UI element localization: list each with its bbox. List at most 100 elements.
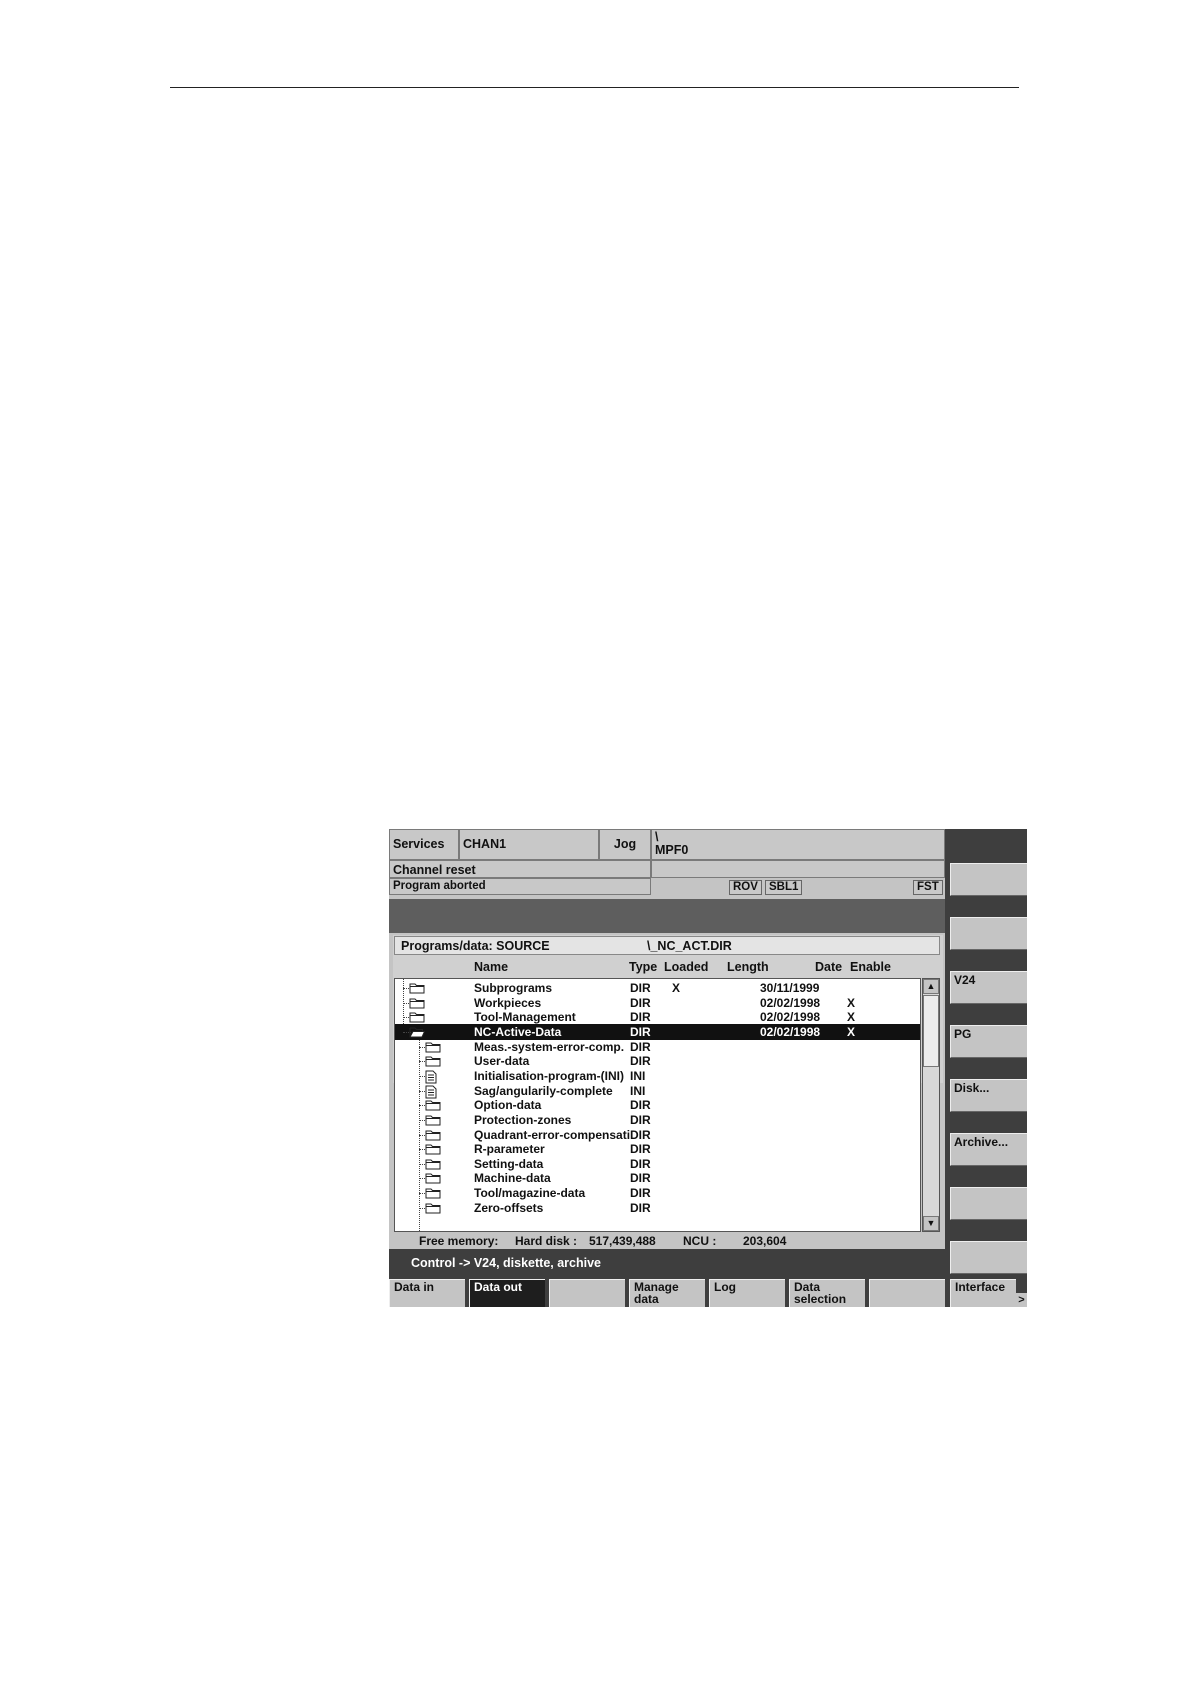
file-name: Subprograms: [474, 981, 553, 995]
scroll-down-button[interactable]: ▼: [923, 1216, 939, 1231]
log-softkey[interactable]: Log: [709, 1279, 785, 1307]
folder-icon: [425, 1202, 441, 1217]
hard-disk-label: Hard disk :: [515, 1234, 578, 1248]
pg-softkey[interactable]: PG: [950, 1025, 1027, 1058]
file-enable: X: [847, 1010, 856, 1025]
column-header-loaded[interactable]: Loaded: [664, 960, 708, 974]
file-row[interactable]: Subprograms DIR X 30/11/1999: [395, 980, 920, 996]
column-header-type[interactable]: Type: [629, 960, 657, 974]
file-date: 30/11/1999: [760, 981, 820, 995]
file-list[interactable]: Subprograms DIR X 30/11/1999 Workpieces DIR 02…: [394, 978, 921, 1232]
archive-softkey[interactable]: Archive...: [950, 1133, 1027, 1166]
file-row[interactable]: Tool-Management DIR 02/02/1998 X: [395, 1009, 920, 1025]
file-type: DIR: [630, 981, 651, 995]
data-out-softkey[interactable]: Data out: [469, 1279, 545, 1307]
vertical-scrollbar[interactable]: ▲ ▼: [922, 978, 940, 1232]
scroll-up-button[interactable]: ▲: [923, 979, 939, 994]
file-name: Tool-Management: [474, 1010, 576, 1025]
location-label: Programs/data: SOURCE: [401, 939, 550, 953]
vertical-softkey-7[interactable]: [950, 1187, 1027, 1220]
file-name: Machine-data: [474, 1171, 551, 1186]
file-row[interactable]: Machine-data DIR: [395, 1170, 920, 1186]
vertical-softkey-2[interactable]: [950, 917, 1027, 950]
file-type: DIR: [630, 1098, 651, 1113]
program-status: Program aborted: [389, 878, 651, 895]
file-row[interactable]: Initialisation-program-(INI) INI: [395, 1068, 920, 1084]
location-bar: Programs/data: SOURCE \_NC_ACT.DIR: [394, 936, 940, 955]
file-type: DIR: [630, 1200, 651, 1215]
file-row[interactable]: User-data DIR: [395, 1053, 920, 1069]
interface-softkey[interactable]: Interface: [950, 1279, 1016, 1307]
column-header-length[interactable]: Length: [727, 960, 769, 974]
channel-label: CHAN1: [459, 829, 599, 860]
file-date: 02/02/1998: [760, 995, 821, 1010]
vertical-softkey-8[interactable]: [950, 1241, 1027, 1274]
column-header-date[interactable]: Date: [815, 960, 842, 974]
file-name: Sag/angularily-complete: [474, 1083, 613, 1098]
status-area: [651, 860, 945, 878]
file-row[interactable]: Protection-zones DIR: [395, 1112, 920, 1128]
v24-softkey[interactable]: V24: [950, 971, 1027, 1004]
file-type: DIR: [630, 1024, 651, 1039]
file-row[interactable]: Workpieces DIR 02/02/1998 X: [395, 995, 920, 1011]
status-flag-sbl1: SBL1: [765, 880, 803, 895]
file-name: Meas.-system-error-comp.: [474, 1039, 625, 1054]
file-type: DIR: [630, 1127, 651, 1142]
file-row-selected[interactable]: NC-Active-Data DIR 02/02/1998 X: [395, 1023, 920, 1040]
vertical-softkey-1[interactable]: [950, 863, 1027, 896]
mode-label: Jog: [599, 829, 651, 860]
file-name: R-parameter: [474, 1142, 545, 1157]
file-name: Zero-offsets: [474, 1200, 544, 1215]
file-type: DIR: [630, 1186, 651, 1201]
data-in-softkey[interactable]: Data in: [389, 1279, 465, 1307]
file-type: DIR: [630, 1039, 651, 1054]
file-type: DIR: [630, 1054, 651, 1069]
file-type: DIR: [630, 1010, 651, 1025]
file-name: Workpieces: [474, 995, 542, 1010]
file-name: Option-data: [474, 1098, 542, 1113]
file-type: DIR: [630, 1156, 651, 1171]
file-name: Initialisation-program-(INI): [474, 1068, 624, 1083]
file-type: INI: [630, 1068, 646, 1083]
path-program: MPF0: [655, 843, 689, 857]
file-loaded: X: [672, 981, 681, 995]
hard-disk-value: 517,439,488: [589, 1234, 656, 1248]
file-row[interactable]: Option-data DIR: [395, 1097, 920, 1113]
file-name: Quadrant-error-compensati: [474, 1127, 631, 1142]
data-selection-softkey[interactable]: Data selection: [789, 1279, 865, 1307]
horizontal-softkey-7[interactable]: [869, 1279, 945, 1307]
status-flag-fst: FST: [913, 880, 943, 895]
file-name: Protection-zones: [474, 1112, 572, 1127]
file-type: DIR: [630, 1171, 651, 1186]
more-softkeys-indicator[interactable]: >: [1016, 1293, 1027, 1307]
file-name: Setting-data: [474, 1156, 544, 1171]
file-row[interactable]: Quadrant-error-compensati DIR: [395, 1127, 920, 1143]
location-path: \_NC_ACT.DIR: [647, 939, 732, 953]
file-type: DIR: [630, 1142, 651, 1157]
file-type: INI: [630, 1083, 646, 1098]
disk-softkey[interactable]: Disk...: [950, 1079, 1027, 1112]
column-header-name[interactable]: Name: [474, 960, 508, 974]
file-enable: X: [847, 1024, 856, 1039]
ncu-value: 203,604: [743, 1234, 787, 1248]
file-date: 02/02/1998: [760, 1024, 821, 1039]
scroll-thumb[interactable]: [923, 995, 939, 1067]
vertical-softkey-column: [945, 829, 1027, 1307]
file-row[interactable]: R-parameter DIR: [395, 1141, 920, 1157]
free-memory-label: Free memory:: [419, 1234, 499, 1248]
file-row[interactable]: Tool/magazine-data DIR: [395, 1185, 920, 1201]
alarm-line: [389, 899, 945, 933]
horizontal-softkey-3[interactable]: [549, 1279, 625, 1307]
file-row[interactable]: Meas.-system-error-comp. DIR: [395, 1039, 920, 1055]
page-header-rule: [170, 87, 1019, 88]
manage-data-softkey[interactable]: Manage data: [629, 1279, 705, 1307]
channel-status: Channel reset: [389, 860, 651, 878]
column-header-enable[interactable]: Enable: [850, 960, 891, 974]
file-row[interactable]: Zero-offsets DIR: [395, 1200, 920, 1217]
file-row[interactable]: Setting-data DIR: [395, 1156, 920, 1172]
file-row[interactable]: Sag/angularily-complete INI: [395, 1083, 920, 1099]
file-type: DIR: [630, 995, 651, 1010]
file-name: NC-Active-Data: [474, 1024, 562, 1039]
file-name: Tool/magazine-data: [474, 1186, 586, 1201]
info-line: Control -> V24, diskette, archive: [389, 1249, 945, 1277]
